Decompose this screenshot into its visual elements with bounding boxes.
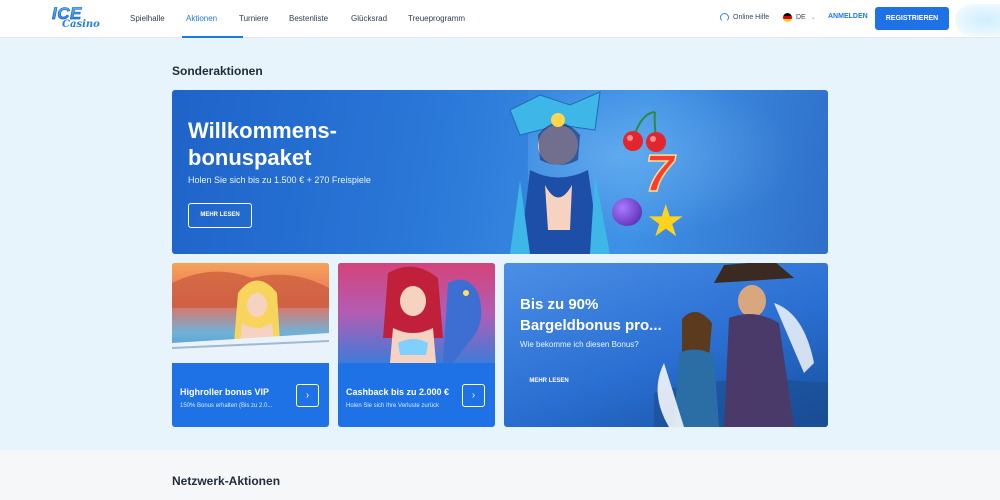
highroller-vip-card[interactable]: Highroller bonus VIP 150% Bonus erhalten…	[172, 263, 329, 427]
big-card-subtitle: Wie bekomme ich diesen Bonus?	[520, 340, 639, 349]
nav-bestenliste[interactable]: Bestenliste	[289, 0, 351, 38]
hero-more-button[interactable]: MEHR LESEN	[188, 203, 252, 228]
cash-bonus-card[interactable]: Bis zu 90% Bargeldbonus pro... Wie bekom…	[504, 263, 828, 427]
header-glow-decoration	[955, 4, 1000, 36]
big-card-title: Bis zu 90% Bargeldbonus pro...	[520, 294, 662, 336]
jester-queen-illustration	[509, 91, 610, 254]
cashback-illustration	[338, 263, 495, 363]
top-header: ICE Casino Spielhalle Aktionen Turniere …	[0, 0, 1000, 38]
lucky-seven-icon: 7	[644, 145, 674, 203]
chevron-right-icon[interactable]: ›	[296, 384, 319, 407]
nav-gluecksrad[interactable]: Glücksrad	[351, 0, 408, 38]
cashback-card[interactable]: Cashback bis zu 2.000 € Holen Sie sich I…	[338, 263, 495, 427]
language-label: DE	[796, 14, 806, 21]
nav-aktionen[interactable]: Aktionen	[182, 0, 243, 38]
mermaid-dragon-illustration	[383, 266, 482, 363]
main-nav: Spielhalle Aktionen Turniere Bestenliste…	[130, 0, 478, 38]
card-title: Cashback bis zu 2.000 €	[346, 387, 450, 397]
logo-sub-text: Casino	[62, 19, 100, 30]
pirates-illustration	[654, 263, 828, 427]
language-selector[interactable]: DE ⌄	[783, 13, 816, 22]
star-icon: ★	[646, 197, 686, 246]
chevron-right-icon[interactable]: ›	[462, 384, 485, 407]
welcome-bonus-banner[interactable]: Willkommens- bonuspaket Holen Sie sich b…	[172, 90, 828, 254]
hero-title-line1: Willkommens-	[188, 118, 337, 143]
chevron-down-icon: ⌄	[810, 15, 816, 21]
online-help-label: Online Hilfe	[733, 14, 770, 21]
online-help-link[interactable]: Online Hilfe	[720, 13, 769, 22]
section-title-network: Netzwerk-Aktionen	[172, 474, 281, 488]
card-description: Holen Sie sich Ihre Verluste zurück	[346, 403, 440, 409]
card-description: 150% Bonus erhalten (Bis zu 2.0...	[180, 403, 273, 409]
big-card-title-line2: Bargeldbonus pro...	[520, 317, 662, 334]
hero-title: Willkommens- bonuspaket	[188, 117, 337, 171]
register-button[interactable]: REGISTRIEREN	[875, 7, 949, 30]
highroller-illustration	[172, 263, 329, 363]
hero-subtitle: Holen Sie sich bis zu 1.500 € + 270 Frei…	[188, 175, 371, 185]
nav-turniere[interactable]: Turniere	[239, 0, 289, 38]
big-card-more-button[interactable]: MEHR LESEN	[520, 370, 578, 392]
nav-treueprogramm[interactable]: Treueprogramm	[408, 0, 478, 38]
yacht-lady-illustration	[172, 271, 329, 363]
headset-icon	[720, 13, 729, 22]
ice-casino-logo[interactable]: ICE Casino	[52, 4, 100, 34]
card-title: Highroller bonus VIP	[180, 387, 270, 397]
nav-spielhalle[interactable]: Spielhalle	[130, 0, 186, 38]
hero-title-line2: bonuspaket	[188, 145, 312, 170]
big-card-title-line1: Bis zu 90%	[520, 296, 599, 313]
german-flag-icon	[783, 13, 792, 22]
network-section-band	[0, 450, 1000, 500]
plum-icon	[612, 198, 642, 226]
login-link[interactable]: ANMELDEN	[828, 13, 868, 20]
section-title-special: Sonderaktionen	[172, 64, 263, 78]
